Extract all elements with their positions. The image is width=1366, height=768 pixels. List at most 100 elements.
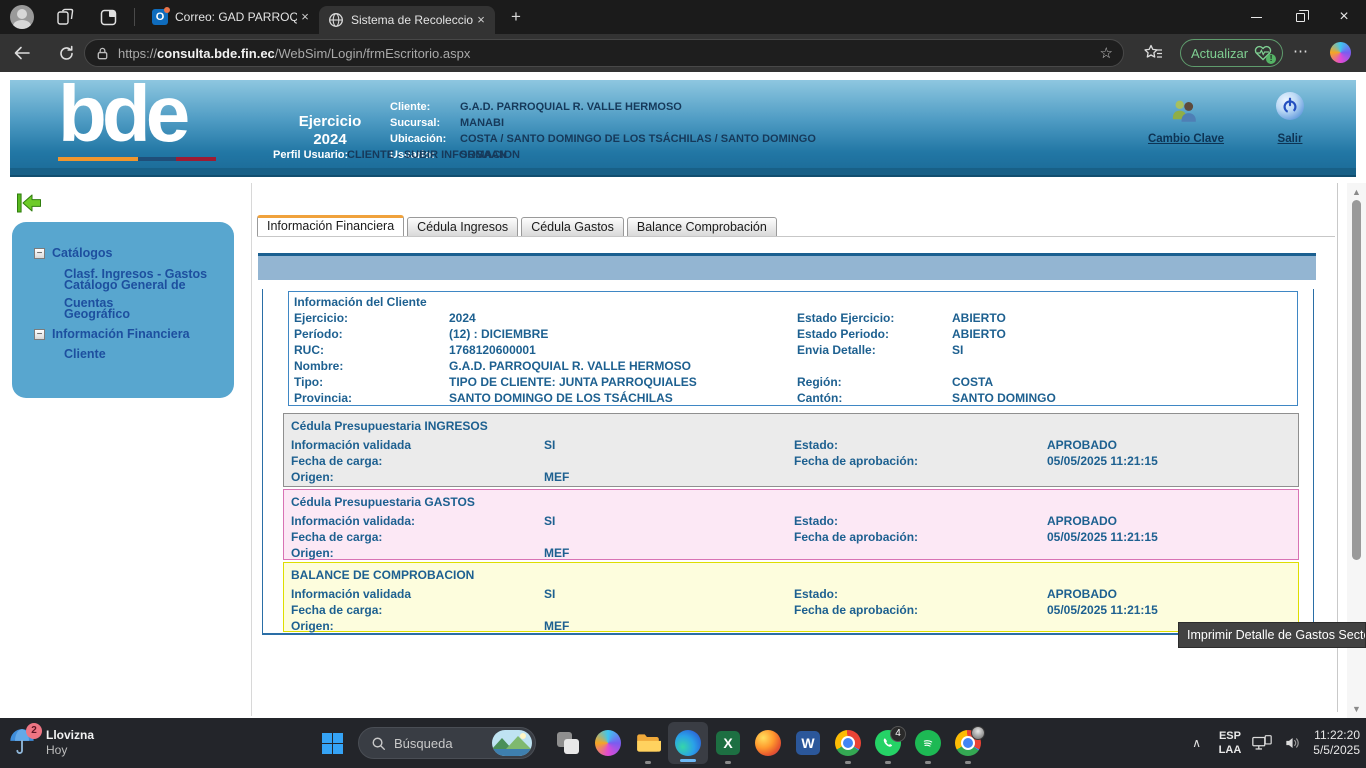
users-icon[interactable]: [1168, 98, 1200, 129]
edge-icon[interactable]: [668, 722, 708, 764]
whatsapp-icon[interactable]: 4: [868, 720, 908, 766]
language-indicator[interactable]: ESP LAA: [1219, 729, 1242, 757]
sidebar-label[interactable]: Información Financiera: [52, 325, 190, 343]
row-value: 05/05/2025 11:21:15: [1047, 529, 1298, 545]
row-value: [1047, 545, 1298, 561]
browser-tab-correo[interactable]: O Correo: GAD PARROQUIAL VALLE ×: [143, 0, 319, 34]
task-view-icon[interactable]: [548, 720, 588, 766]
perfil-usuario-label: Perfil Usuario:: [273, 147, 348, 163]
sidebar-item-cliente[interactable]: Cliente: [64, 345, 106, 363]
scroll-up-icon[interactable]: ▲: [1347, 187, 1366, 197]
bde-header: bde Ejercicio 2024 Cliente:G.A.D. PARROQ…: [10, 80, 1356, 168]
system-tray: ∧ ESP LAA 11:22:20 5/5/2025: [1185, 718, 1360, 768]
browser-menu-icon[interactable]: ⋯: [1293, 42, 1309, 60]
section-cedula-ingresos: Cédula Presupuestaria INGRESOS Informaci…: [283, 413, 1299, 487]
search-box[interactable]: Búsqueda: [358, 727, 536, 759]
firefox-icon[interactable]: [748, 720, 788, 766]
sidebar-label[interactable]: Catálogos: [52, 244, 112, 262]
network-icon[interactable]: [1251, 733, 1273, 753]
field-value: COSTA / SANTO DOMINGO DE LOS TSÁCHILAS /…: [460, 131, 816, 147]
cambio-clave-link[interactable]: Cambio Clave: [1141, 133, 1231, 145]
tab-cedula-gastos[interactable]: Cédula Gastos: [521, 217, 624, 237]
close-tab-icon[interactable]: ×: [473, 12, 489, 28]
sidebar-label[interactable]: Geográfico: [64, 305, 130, 323]
row-value: [544, 453, 794, 469]
restore-button[interactable]: [1278, 0, 1322, 34]
row-value: [952, 358, 1297, 374]
sidebar-item-geografico[interactable]: Geográfico: [64, 305, 130, 323]
word-icon[interactable]: W: [788, 720, 828, 766]
row-label: Estado:: [794, 437, 1047, 453]
hidden-icons-chevron[interactable]: ∧: [1185, 736, 1209, 750]
chrome-profile-icon[interactable]: [948, 720, 988, 766]
sidebar-node-informacion-financiera[interactable]: − Información Financiera: [34, 325, 190, 343]
row-value: COSTA: [952, 374, 1297, 390]
row-label: Envia Detalle:: [797, 342, 952, 358]
bde-logo: bde: [58, 72, 185, 156]
row-value: MEF: [544, 545, 794, 561]
sidebar-node-catalogos[interactable]: − Catálogos: [34, 244, 112, 262]
row-value: 2024: [449, 310, 797, 326]
row-label: Origen:: [291, 545, 544, 561]
scrollbar-thumb[interactable]: [1352, 200, 1361, 560]
info-row: Origen:MEF: [284, 469, 1298, 485]
row-value: SANTO DOMINGO: [952, 390, 1297, 406]
field-row: Cliente:G.A.D. PARROQUIAL R. VALLE HERMO…: [390, 99, 816, 115]
row-label: Origen:: [291, 469, 544, 485]
sidebar-label[interactable]: Cliente: [64, 345, 106, 363]
actualizar-button[interactable]: Actualizar !: [1180, 39, 1283, 67]
scroll-down-icon[interactable]: ▼: [1347, 704, 1366, 714]
workspaces-icon[interactable]: [56, 7, 76, 27]
copilot-app-icon[interactable]: [588, 720, 628, 766]
salir-link[interactable]: Salir: [1265, 133, 1315, 145]
browser-titlebar: O Correo: GAD PARROQUIAL VALLE × Sistema…: [0, 0, 1366, 34]
tab-informacion-financiera[interactable]: Información Financiera: [257, 215, 404, 237]
back-icon[interactable]: [8, 39, 36, 67]
section-balance-comprobacion: BALANCE DE COMPROBACION Información vali…: [283, 562, 1299, 632]
url-bar[interactable]: https://consulta.bde.fin.ec/WebSim/Login…: [84, 39, 1124, 67]
tab-balance-comprobacion[interactable]: Balance Comprobación: [627, 217, 777, 237]
chrome-icon[interactable]: [828, 720, 868, 766]
weather-badge: 2: [26, 723, 42, 739]
favorite-star-icon[interactable]: ☆: [1100, 44, 1113, 62]
weather-widget[interactable]: 2 Llovizna Hoy: [8, 723, 94, 763]
excel-icon[interactable]: X: [708, 720, 748, 766]
close-tab-icon[interactable]: ×: [297, 9, 313, 25]
sidebar-item-catalogo-general-cuentas[interactable]: Catálogo General de Cuentas: [64, 285, 234, 303]
power-icon[interactable]: [1276, 92, 1304, 120]
info-row: Fecha de carga:Fecha de aprobación:05/05…: [284, 453, 1298, 469]
row-value: 1768120600001: [449, 342, 797, 358]
actualizar-label: Actualizar: [1191, 46, 1248, 61]
file-explorer-icon[interactable]: [628, 720, 668, 766]
row-label: Fecha de aprobación:: [794, 529, 1047, 545]
refresh-icon[interactable]: [52, 39, 80, 67]
favorites-bar-icon[interactable]: [1143, 43, 1163, 68]
tray-date: 5/5/2025: [1313, 743, 1360, 758]
info-row: Ejercicio:2024Estado Ejercicio:ABIERTO: [289, 310, 1297, 326]
clock[interactable]: 11:22:20 5/5/2025: [1313, 728, 1360, 758]
row-label: Información validada: [291, 437, 544, 453]
info-row: Información validada:SIEstado:APROBADO: [284, 513, 1298, 529]
volume-icon[interactable]: [1283, 734, 1303, 752]
row-label: [797, 358, 952, 374]
collapse-node-icon[interactable]: −: [34, 248, 45, 259]
globe-icon: [328, 12, 344, 28]
perfil-usuario-value: CLIENTE - SUBIR INFORMACION: [347, 147, 520, 163]
tab-cedula-ingresos[interactable]: Cédula Ingresos: [407, 217, 518, 237]
row-label: Tipo:: [294, 374, 449, 390]
start-button[interactable]: [312, 720, 352, 766]
field-value: G.A.D. PARROQUIAL R. VALLE HERMOSO: [460, 99, 816, 115]
row-label: Cantón:: [797, 390, 952, 406]
info-row: Nombre:G.A.D. PARROQUIAL R. VALLE HERMOS…: [289, 358, 1297, 374]
copilot-icon[interactable]: [1330, 42, 1351, 63]
close-window-button[interactable]: ×: [1322, 0, 1366, 34]
spotify-icon[interactable]: [908, 720, 948, 766]
browser-tab-sistema[interactable]: Sistema de Recoleccion de Inform ×: [319, 6, 495, 34]
new-tab-button[interactable]: +: [503, 4, 529, 30]
collapse-node-icon[interactable]: −: [34, 329, 45, 340]
browser-profile-avatar[interactable]: [10, 5, 34, 29]
tab-actions-icon[interactable]: [98, 7, 118, 27]
collapse-menu-icon[interactable]: [16, 192, 42, 219]
search-icon: [371, 736, 386, 751]
minimize-button[interactable]: [1234, 0, 1278, 34]
